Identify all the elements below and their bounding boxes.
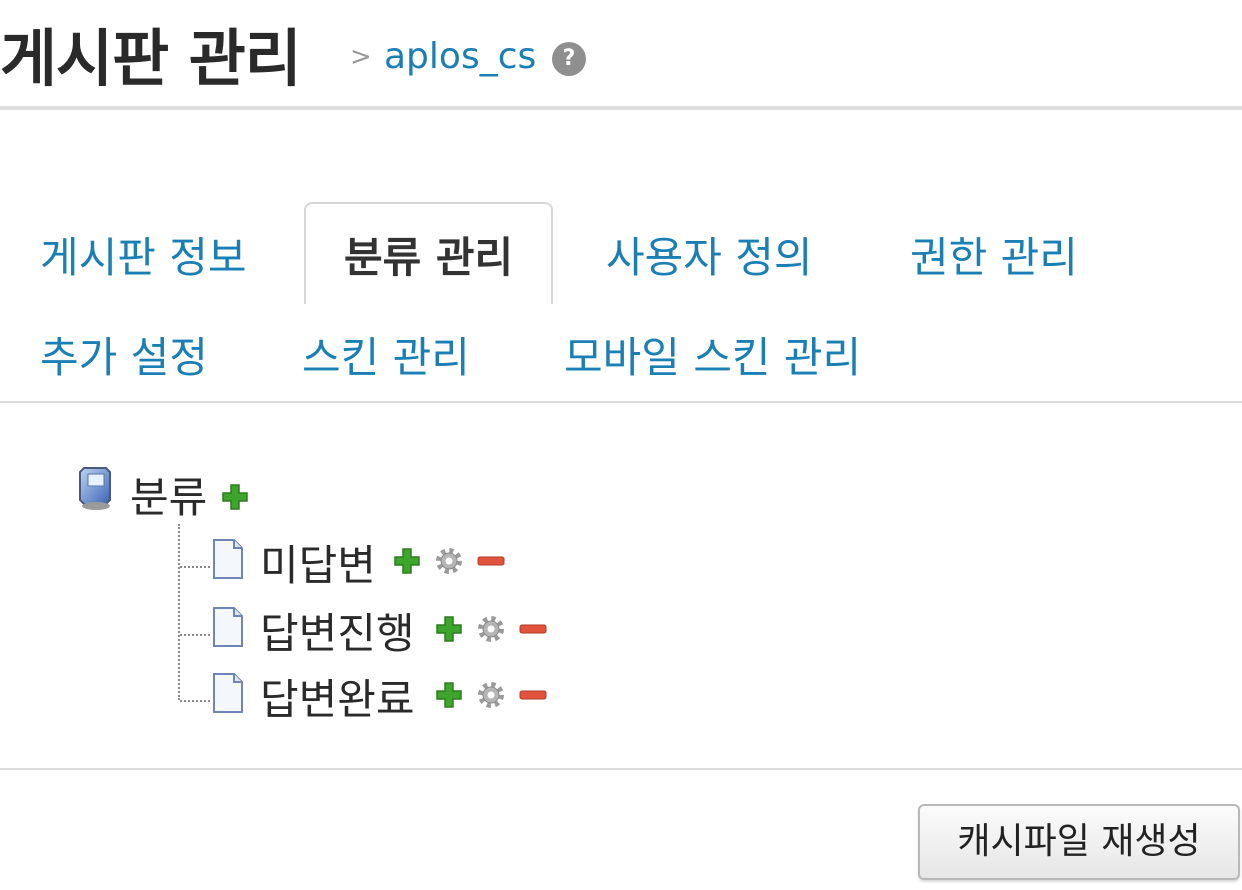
tab-category-management[interactable]: 분류 관리 bbox=[304, 202, 554, 304]
node-label[interactable]: 미답변 bbox=[260, 532, 376, 593]
tree-connector bbox=[178, 524, 180, 700]
page-header: 게시판 관리 > aplos_cs ? bbox=[0, 0, 1242, 110]
tab-additional-settings[interactable]: 추가 설정 bbox=[40, 324, 208, 385]
remove-icon[interactable] bbox=[476, 546, 506, 576]
add-icon[interactable] bbox=[220, 482, 250, 512]
node-connector bbox=[180, 634, 210, 636]
node-connector bbox=[180, 700, 210, 702]
section-divider bbox=[0, 768, 1242, 770]
tab-board-info[interactable]: 게시판 정보 bbox=[40, 224, 247, 285]
add-icon[interactable] bbox=[434, 680, 464, 710]
page-title: 게시판 관리 bbox=[0, 22, 302, 95]
regenerate-cache-button[interactable]: 캐시파일 재생성 bbox=[918, 804, 1240, 880]
breadcrumb-separator: > bbox=[350, 42, 372, 72]
add-icon[interactable] bbox=[392, 546, 422, 576]
remove-icon[interactable] bbox=[518, 614, 548, 644]
node-label[interactable]: 답변진행 bbox=[260, 600, 415, 661]
tree-root-label[interactable]: 분류 bbox=[130, 464, 207, 525]
document-icon bbox=[212, 606, 244, 648]
tab-user-defined[interactable]: 사용자 정의 bbox=[606, 224, 813, 285]
tab-bar: 게시판 정보 분류 관리 사용자 정의 권한 관리 추가 설정 스킨 관리 모바… bbox=[0, 200, 1242, 403]
gear-icon[interactable] bbox=[476, 680, 506, 710]
tab-skin-management[interactable]: 스킨 관리 bbox=[302, 324, 470, 385]
document-icon bbox=[212, 538, 244, 580]
module-name-link[interactable]: aplos_cs bbox=[384, 36, 536, 77]
computer-icon bbox=[79, 467, 111, 510]
help-icon[interactable]: ? bbox=[552, 42, 586, 76]
add-icon[interactable] bbox=[434, 614, 464, 644]
tab-mobile-skin-management[interactable]: 모바일 스킨 관리 bbox=[564, 324, 861, 385]
node-label[interactable]: 답변완료 bbox=[260, 666, 415, 727]
remove-icon[interactable] bbox=[518, 680, 548, 710]
gear-icon[interactable] bbox=[476, 614, 506, 644]
tab-permissions[interactable]: 권한 관리 bbox=[910, 224, 1078, 285]
gear-icon[interactable] bbox=[434, 546, 464, 576]
node-connector bbox=[180, 566, 210, 568]
document-icon bbox=[212, 672, 244, 714]
